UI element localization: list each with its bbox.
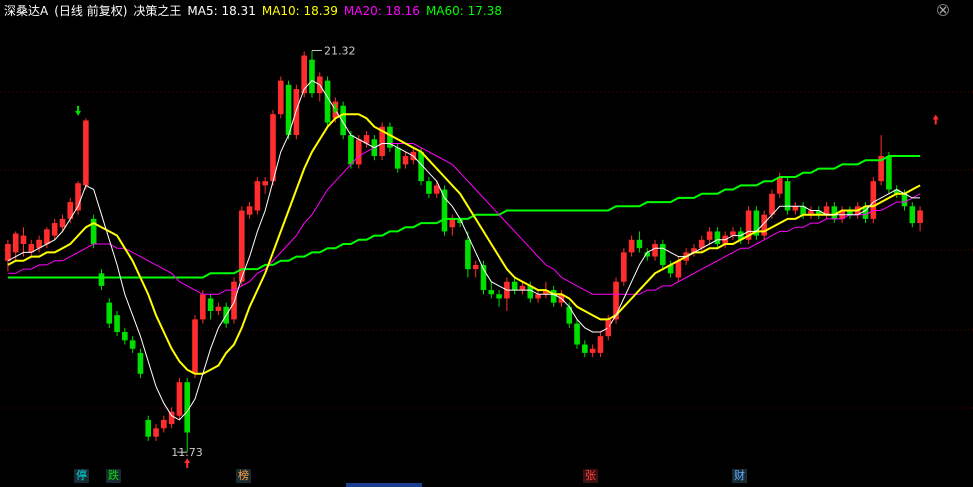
candlestick-chart[interactable]: 21.32 11.73: [0, 0, 973, 487]
candle-body-14: [114, 315, 120, 332]
candle-body-63: [496, 294, 502, 299]
candle-body-75: [589, 348, 596, 353]
candle-body-26: [207, 298, 214, 312]
candle-body-57: [449, 218, 456, 228]
event-tag-limit-down[interactable]: 跌: [106, 469, 121, 483]
candle-body-45: [355, 139, 362, 165]
candle-body-2: [20, 235, 27, 244]
candle-body-18: [145, 419, 152, 437]
ma20-value: MA20: 18.16: [343, 4, 420, 18]
period-label: (日线 前复权): [54, 4, 128, 18]
candle-body-44: [348, 135, 354, 165]
candle-body-15: [122, 331, 128, 341]
candle-body-33: [262, 181, 268, 186]
candle-body-35: [277, 80, 284, 115]
symbol-name: 深桑达A: [4, 4, 49, 18]
candle-body-86: [675, 260, 682, 278]
candle-body-1: [12, 233, 19, 253]
candle-body-56: [441, 189, 448, 232]
candle-body-13: [106, 302, 113, 324]
candle-body-22: [176, 382, 183, 416]
candle-body-59: [465, 239, 471, 270]
candle-body-90: [706, 231, 713, 240]
candle-body-41: [324, 80, 331, 123]
low-label: 11.73: [171, 446, 203, 459]
candle-body-5: [44, 229, 50, 244]
candle-body-10: [83, 120, 89, 186]
candle-body-29: [231, 281, 237, 320]
candle-body-62: [488, 290, 495, 295]
candle-body-54: [426, 181, 432, 194]
candle-body-93: [730, 231, 736, 236]
candle-body-51: [402, 156, 409, 165]
event-tag-halt[interactable]: 停: [74, 469, 89, 483]
candle-body-70: [550, 290, 557, 303]
candle-body-55: [433, 185, 440, 194]
candle-body-116: [909, 206, 916, 224]
candle-body-81: [636, 239, 643, 249]
candle-body-84: [660, 244, 666, 265]
candle-body-19: [153, 428, 159, 437]
candle-body-74: [582, 344, 588, 353]
event-tag-finance[interactable]: 财: [732, 469, 747, 483]
chart-annotations: 21.32 11.73: [75, 44, 939, 468]
chart-grid: [0, 91, 973, 409]
candle-body-6: [51, 223, 58, 236]
signal-arrow-up-2: [932, 114, 939, 125]
signal-arrow-down-0: [75, 105, 82, 116]
candle-body-34: [270, 114, 276, 182]
candle-body-79: [621, 252, 627, 282]
candle-body-83: [652, 244, 658, 257]
candle-body-113: [886, 156, 892, 190]
candle-body-32: [254, 181, 261, 211]
candle-body-99: [776, 176, 783, 194]
candle-body-98: [769, 193, 775, 215]
close-icon[interactable]: [937, 4, 949, 16]
candle-body-80: [628, 239, 635, 253]
candle-body-101: [792, 206, 799, 211]
indicator-name: 决策之王: [133, 4, 182, 18]
candle-body-37: [293, 89, 300, 136]
candle-body-24: [192, 319, 198, 374]
chart-header: 深桑达A (日线 前复权) 决策之王 MA5: 18.31 MA10: 18.39 MA2…: [4, 3, 508, 19]
candle-body-50: [394, 147, 401, 169]
candle-body-43: [340, 105, 346, 136]
candle-body-73: [574, 323, 580, 345]
candle-body-23: [184, 382, 191, 433]
candle-body-25: [200, 294, 206, 320]
candle-body-17: [137, 352, 144, 374]
candle-body-16: [129, 340, 136, 349]
time-scroll-indicator[interactable]: [346, 483, 422, 487]
ma10-line: [7, 113, 921, 375]
ma60-value: MA60: 17.38: [425, 4, 502, 18]
candle-body-39: [309, 59, 315, 94]
ma5-value: MA5: 18.31: [187, 4, 256, 18]
event-tag-limit-up[interactable]: 张: [583, 469, 598, 483]
event-tag-ranking[interactable]: 榜: [236, 469, 251, 483]
candle-body-91: [714, 231, 721, 244]
signal-arrow-up-0: [184, 458, 191, 468]
candle-body-20: [161, 419, 167, 429]
candle-body-115: [901, 193, 908, 207]
candle-body-31: [246, 206, 253, 215]
candle-body-65: [511, 281, 518, 291]
candle-body-60: [472, 264, 479, 270]
candles: [5, 50, 923, 453]
candle-body-117: [917, 210, 923, 224]
high-label: 21.32: [324, 44, 356, 57]
candle-body-68: [535, 294, 541, 299]
candle-body-76: [597, 336, 604, 353]
candle-body-7: [59, 218, 66, 228]
candle-body-27: [215, 306, 222, 312]
candle-body-0: [5, 244, 11, 261]
ma10-value: MA10: 18.39: [261, 4, 338, 18]
candle-body-111: [870, 181, 877, 219]
candle-body-12: [98, 273, 105, 286]
candle-body-66: [519, 285, 526, 291]
